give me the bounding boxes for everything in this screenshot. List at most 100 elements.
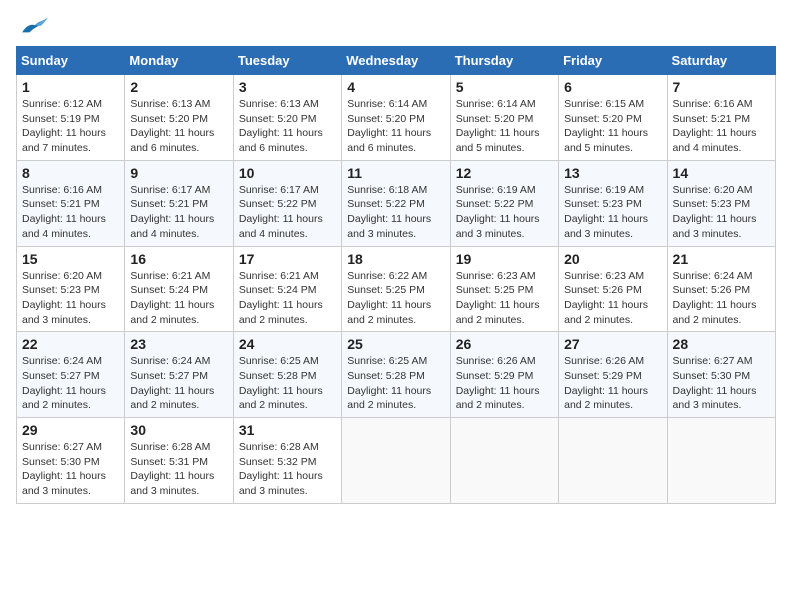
day-number: 8: [22, 165, 119, 181]
calendar-cell: 1 Sunrise: 6:12 AM Sunset: 5:19 PM Dayli…: [17, 75, 125, 161]
calendar-cell: [342, 418, 450, 504]
day-info: Sunrise: 6:19 AM Sunset: 5:22 PM Dayligh…: [456, 183, 553, 242]
calendar-cell: 20 Sunrise: 6:23 AM Sunset: 5:26 PM Dayl…: [559, 246, 667, 332]
day-info: Sunrise: 6:26 AM Sunset: 5:29 PM Dayligh…: [456, 354, 553, 413]
calendar-cell: 29 Sunrise: 6:27 AM Sunset: 5:30 PM Dayl…: [17, 418, 125, 504]
calendar-cell: 26 Sunrise: 6:26 AM Sunset: 5:29 PM Dayl…: [450, 332, 558, 418]
day-info: Sunrise: 6:27 AM Sunset: 5:30 PM Dayligh…: [22, 440, 119, 499]
calendar-cell: 5 Sunrise: 6:14 AM Sunset: 5:20 PM Dayli…: [450, 75, 558, 161]
day-info: Sunrise: 6:23 AM Sunset: 5:25 PM Dayligh…: [456, 269, 553, 328]
logo: [16, 16, 50, 34]
day-number: 26: [456, 336, 553, 352]
day-number: 13: [564, 165, 661, 181]
day-number: 24: [239, 336, 336, 352]
weekday-header-wednesday: Wednesday: [342, 47, 450, 75]
day-number: 3: [239, 79, 336, 95]
day-number: 17: [239, 251, 336, 267]
day-number: 18: [347, 251, 444, 267]
day-number: 23: [130, 336, 227, 352]
weekday-header-monday: Monday: [125, 47, 233, 75]
day-number: 20: [564, 251, 661, 267]
calendar-cell: [559, 418, 667, 504]
day-info: Sunrise: 6:20 AM Sunset: 5:23 PM Dayligh…: [22, 269, 119, 328]
day-info: Sunrise: 6:21 AM Sunset: 5:24 PM Dayligh…: [239, 269, 336, 328]
calendar-cell: 8 Sunrise: 6:16 AM Sunset: 5:21 PM Dayli…: [17, 160, 125, 246]
day-info: Sunrise: 6:13 AM Sunset: 5:20 PM Dayligh…: [239, 97, 336, 156]
day-info: Sunrise: 6:12 AM Sunset: 5:19 PM Dayligh…: [22, 97, 119, 156]
calendar-cell: 2 Sunrise: 6:13 AM Sunset: 5:20 PM Dayli…: [125, 75, 233, 161]
day-info: Sunrise: 6:24 AM Sunset: 5:27 PM Dayligh…: [130, 354, 227, 413]
day-number: 22: [22, 336, 119, 352]
calendar-week-1: 1 Sunrise: 6:12 AM Sunset: 5:19 PM Dayli…: [17, 75, 776, 161]
day-info: Sunrise: 6:24 AM Sunset: 5:27 PM Dayligh…: [22, 354, 119, 413]
weekday-header-sunday: Sunday: [17, 47, 125, 75]
calendar-cell: 25 Sunrise: 6:25 AM Sunset: 5:28 PM Dayl…: [342, 332, 450, 418]
day-info: Sunrise: 6:25 AM Sunset: 5:28 PM Dayligh…: [347, 354, 444, 413]
day-info: Sunrise: 6:19 AM Sunset: 5:23 PM Dayligh…: [564, 183, 661, 242]
weekday-header-saturday: Saturday: [667, 47, 775, 75]
day-info: Sunrise: 6:14 AM Sunset: 5:20 PM Dayligh…: [347, 97, 444, 156]
day-info: Sunrise: 6:18 AM Sunset: 5:22 PM Dayligh…: [347, 183, 444, 242]
day-number: 14: [673, 165, 770, 181]
day-number: 29: [22, 422, 119, 438]
day-number: 11: [347, 165, 444, 181]
calendar-cell: 7 Sunrise: 6:16 AM Sunset: 5:21 PM Dayli…: [667, 75, 775, 161]
calendar-header-row: SundayMondayTuesdayWednesdayThursdayFrid…: [17, 47, 776, 75]
calendar-week-4: 22 Sunrise: 6:24 AM Sunset: 5:27 PM Dayl…: [17, 332, 776, 418]
day-number: 25: [347, 336, 444, 352]
day-number: 6: [564, 79, 661, 95]
calendar-cell: 22 Sunrise: 6:24 AM Sunset: 5:27 PM Dayl…: [17, 332, 125, 418]
day-info: Sunrise: 6:24 AM Sunset: 5:26 PM Dayligh…: [673, 269, 770, 328]
calendar-cell: 3 Sunrise: 6:13 AM Sunset: 5:20 PM Dayli…: [233, 75, 341, 161]
calendar-cell: 23 Sunrise: 6:24 AM Sunset: 5:27 PM Dayl…: [125, 332, 233, 418]
day-info: Sunrise: 6:23 AM Sunset: 5:26 PM Dayligh…: [564, 269, 661, 328]
calendar-cell: 14 Sunrise: 6:20 AM Sunset: 5:23 PM Dayl…: [667, 160, 775, 246]
calendar-cell: 4 Sunrise: 6:14 AM Sunset: 5:20 PM Dayli…: [342, 75, 450, 161]
page-header: [16, 16, 776, 34]
day-number: 10: [239, 165, 336, 181]
day-info: Sunrise: 6:27 AM Sunset: 5:30 PM Dayligh…: [673, 354, 770, 413]
calendar-cell: 31 Sunrise: 6:28 AM Sunset: 5:32 PM Dayl…: [233, 418, 341, 504]
day-number: 7: [673, 79, 770, 95]
day-number: 15: [22, 251, 119, 267]
logo-bird-icon: [20, 16, 48, 36]
calendar-cell: 15 Sunrise: 6:20 AM Sunset: 5:23 PM Dayl…: [17, 246, 125, 332]
day-info: Sunrise: 6:28 AM Sunset: 5:32 PM Dayligh…: [239, 440, 336, 499]
calendar-cell: 27 Sunrise: 6:26 AM Sunset: 5:29 PM Dayl…: [559, 332, 667, 418]
calendar-cell: 16 Sunrise: 6:21 AM Sunset: 5:24 PM Dayl…: [125, 246, 233, 332]
calendar-cell: 12 Sunrise: 6:19 AM Sunset: 5:22 PM Dayl…: [450, 160, 558, 246]
day-number: 30: [130, 422, 227, 438]
day-info: Sunrise: 6:13 AM Sunset: 5:20 PM Dayligh…: [130, 97, 227, 156]
calendar-body: 1 Sunrise: 6:12 AM Sunset: 5:19 PM Dayli…: [17, 75, 776, 504]
day-info: Sunrise: 6:25 AM Sunset: 5:28 PM Dayligh…: [239, 354, 336, 413]
calendar-cell: 21 Sunrise: 6:24 AM Sunset: 5:26 PM Dayl…: [667, 246, 775, 332]
calendar-cell: 17 Sunrise: 6:21 AM Sunset: 5:24 PM Dayl…: [233, 246, 341, 332]
day-number: 4: [347, 79, 444, 95]
calendar-cell: 10 Sunrise: 6:17 AM Sunset: 5:22 PM Dayl…: [233, 160, 341, 246]
calendar-week-3: 15 Sunrise: 6:20 AM Sunset: 5:23 PM Dayl…: [17, 246, 776, 332]
weekday-header-friday: Friday: [559, 47, 667, 75]
day-info: Sunrise: 6:28 AM Sunset: 5:31 PM Dayligh…: [130, 440, 227, 499]
day-info: Sunrise: 6:22 AM Sunset: 5:25 PM Dayligh…: [347, 269, 444, 328]
day-info: Sunrise: 6:21 AM Sunset: 5:24 PM Dayligh…: [130, 269, 227, 328]
day-info: Sunrise: 6:26 AM Sunset: 5:29 PM Dayligh…: [564, 354, 661, 413]
day-number: 5: [456, 79, 553, 95]
calendar-cell: 19 Sunrise: 6:23 AM Sunset: 5:25 PM Dayl…: [450, 246, 558, 332]
calendar-cell: 11 Sunrise: 6:18 AM Sunset: 5:22 PM Dayl…: [342, 160, 450, 246]
day-number: 2: [130, 79, 227, 95]
day-number: 9: [130, 165, 227, 181]
day-number: 21: [673, 251, 770, 267]
day-info: Sunrise: 6:15 AM Sunset: 5:20 PM Dayligh…: [564, 97, 661, 156]
day-info: Sunrise: 6:14 AM Sunset: 5:20 PM Dayligh…: [456, 97, 553, 156]
day-info: Sunrise: 6:17 AM Sunset: 5:21 PM Dayligh…: [130, 183, 227, 242]
weekday-header-thursday: Thursday: [450, 47, 558, 75]
day-number: 19: [456, 251, 553, 267]
day-number: 1: [22, 79, 119, 95]
calendar-cell: 30 Sunrise: 6:28 AM Sunset: 5:31 PM Dayl…: [125, 418, 233, 504]
day-number: 28: [673, 336, 770, 352]
calendar-cell: 13 Sunrise: 6:19 AM Sunset: 5:23 PM Dayl…: [559, 160, 667, 246]
calendar-table: SundayMondayTuesdayWednesdayThursdayFrid…: [16, 46, 776, 504]
weekday-header-tuesday: Tuesday: [233, 47, 341, 75]
day-number: 27: [564, 336, 661, 352]
calendar-week-5: 29 Sunrise: 6:27 AM Sunset: 5:30 PM Dayl…: [17, 418, 776, 504]
